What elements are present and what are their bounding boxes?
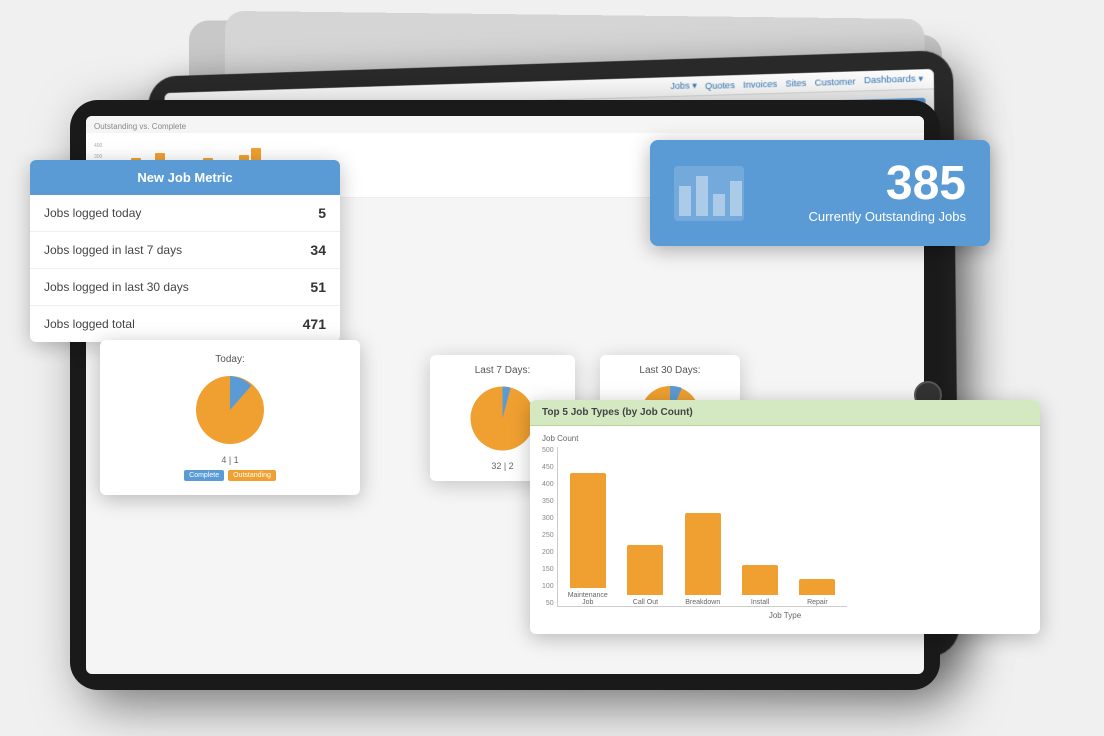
nav-customer[interactable]: Customer	[815, 76, 856, 87]
outstanding-vs-complete-label: Outstanding vs. Complete	[86, 116, 924, 133]
nav-dashboards[interactable]: Dashboards ▾	[864, 73, 923, 86]
row-value: 471	[269, 306, 340, 343]
row-value: 34	[269, 232, 340, 269]
row-label: Jobs logged in last 30 days	[30, 269, 269, 306]
bar-callout-label: Call Out	[633, 599, 658, 606]
table-row: Jobs logged in last 7 days 34	[30, 232, 340, 269]
row-label: Jobs logged in last 7 days	[30, 232, 269, 269]
thumbnail-chart	[674, 166, 744, 221]
bar-maintenance-fill	[570, 473, 606, 588]
bar-repair-fill	[799, 579, 835, 595]
bar-chart-body: Job Count 500 450 400 350 300 250 200 15…	[530, 426, 1040, 620]
last7-pie	[465, 381, 540, 456]
bar-install-fill	[742, 565, 778, 595]
outstanding-number: 385	[808, 160, 966, 208]
complete-legend: Complete	[184, 470, 224, 481]
bar-repair: Repair	[798, 579, 837, 606]
today-pie	[190, 370, 270, 450]
new-job-metric-card: New Job Metric Jobs logged today 5 Jobs …	[30, 160, 340, 342]
outstanding-text-side: 385 Currently Outstanding Jobs	[808, 160, 966, 226]
outstanding-legend: Outstanding	[228, 470, 276, 481]
row-label: Jobs logged today	[30, 195, 269, 232]
table-row: Jobs logged in last 30 days 51	[30, 269, 340, 306]
bar-breakdown-fill	[685, 513, 721, 595]
bar-chart-header: Top 5 Job Types (by Job Count)	[530, 400, 1040, 426]
pie-charts-row: Today: 4 | 1 Complete Outstanding	[120, 354, 340, 481]
y-axis-label: Job Count	[542, 434, 1028, 443]
nav-jobs[interactable]: Jobs ▾	[671, 80, 697, 92]
bar-breakdown-label: Breakdown	[685, 599, 720, 606]
row-label: Jobs logged total	[30, 306, 269, 343]
last7-label: Last 7 Days:	[444, 365, 561, 376]
y-axis-ticks: 500 450 400 350 300 250 200 150 100 50	[542, 447, 554, 607]
row-value: 51	[269, 269, 340, 306]
nav-quotes[interactable]: Quotes	[705, 80, 735, 91]
table-row: Jobs logged today 5	[30, 195, 340, 232]
nav-sites[interactable]: Sites	[785, 77, 806, 88]
bar-breakdown: Breakdown	[683, 513, 722, 606]
table-row: Jobs logged total 471	[30, 306, 340, 343]
bar-chart-bars: Maintenance Job Call Out Breakdown Insta…	[557, 447, 847, 607]
x-axis-label: Job Type	[542, 611, 1028, 620]
bar-install: Install	[740, 565, 779, 606]
nav-invoices[interactable]: Invoices	[743, 78, 777, 89]
today-numbers: 4 | 1	[184, 455, 276, 465]
bar-maintenance: Maintenance Job	[568, 473, 608, 606]
outstanding-pie-card: Today: 4 | 1 Complete Outstanding	[100, 340, 360, 495]
bar-callout: Call Out	[626, 545, 665, 606]
bar-install-label: Install	[751, 599, 769, 606]
bar-maintenance-label: Maintenance Job	[568, 592, 608, 606]
bar-callout-fill	[627, 545, 663, 595]
last30-label: Last 30 Days:	[614, 365, 726, 376]
today-legend: Complete Outstanding	[184, 470, 276, 481]
bar-chart-with-axis: 500 450 400 350 300 250 200 150 100 50 M…	[542, 447, 1028, 607]
new-job-metric-header: New Job Metric	[30, 160, 340, 195]
card-thumbnail	[674, 166, 744, 221]
row-value: 5	[269, 195, 340, 232]
today-pie-item: Today: 4 | 1 Complete Outstanding	[184, 354, 276, 481]
today-label: Today:	[184, 354, 276, 365]
outstanding-big-card: 385 Currently Outstanding Jobs	[650, 140, 990, 246]
new-job-metric-table: Jobs logged today 5 Jobs logged in last …	[30, 195, 340, 342]
outstanding-label: Currently Outstanding Jobs	[808, 208, 966, 226]
bar-chart-card: Top 5 Job Types (by Job Count) Job Count…	[530, 400, 1040, 634]
bar-repair-label: Repair	[807, 599, 828, 606]
